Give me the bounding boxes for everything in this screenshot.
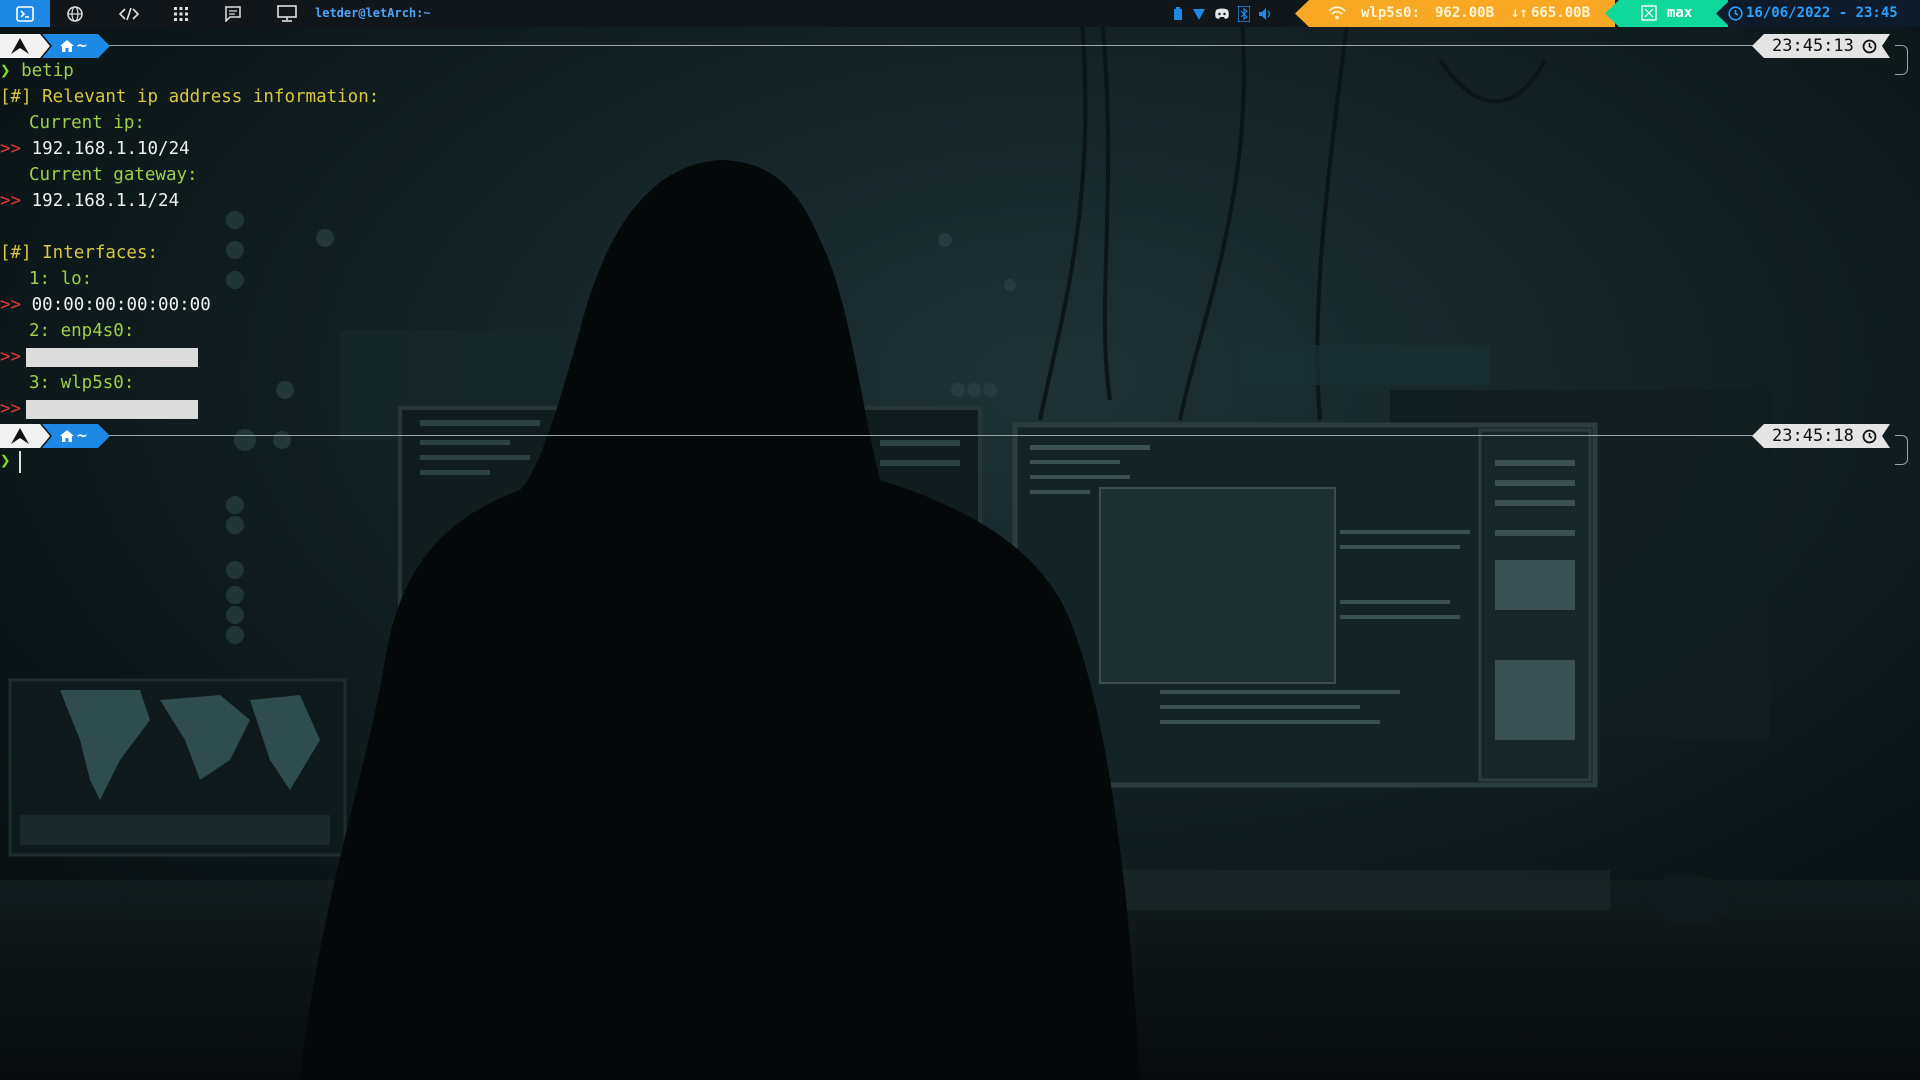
output-arrow: >> <box>0 399 22 419</box>
prompt-time-text: 23:45:13 <box>1772 36 1854 56</box>
prompt-chevron-icon: ❯ <box>0 61 11 81</box>
redacted-block <box>26 347 199 367</box>
prompt-bar: ~ 23:45:18 <box>0 423 1920 465</box>
clock-segment[interactable]: 16/06/2022 - 23:45 <box>1716 0 1920 27</box>
terminal-window[interactable]: ~ 23:45:13 ❯ betip [#] Relevant ip addre… <box>0 27 1920 1080</box>
code-icon <box>119 7 139 20</box>
workspace-apps[interactable] <box>166 0 196 27</box>
clock-icon <box>1862 39 1877 54</box>
prompt-time: 23:45:13 <box>1752 34 1890 58</box>
workspace-chat[interactable] <box>218 0 248 27</box>
layout-label: max <box>1667 5 1693 21</box>
terminal-icon <box>16 5 34 22</box>
home-icon <box>60 430 74 442</box>
network-interface: wlp5s0: <box>1361 5 1421 21</box>
current-ip-label: Current ip: <box>29 113 145 133</box>
clock-icon <box>1862 429 1877 444</box>
gateway-label: Current gateway: <box>29 165 198 185</box>
network-speed-segment[interactable]: wlp5s0: 962.00B ↓↑ 665.00B <box>1295 0 1615 27</box>
home-directory-segment: ~ <box>42 34 110 58</box>
volume-icon[interactable] <box>1258 7 1274 21</box>
interfaces-header: [#] Interfaces: <box>0 243 159 263</box>
network-up: 665.00B <box>1531 5 1591 21</box>
workspace-terminal[interactable] <box>0 0 50 27</box>
shield-icon[interactable] <box>1192 7 1206 21</box>
prompt-chevron-icon: ❯ <box>0 451 11 471</box>
output-arrow: >> <box>0 295 22 315</box>
gateway-value: 192.168.1.1/24 <box>31 191 180 211</box>
workspace-display[interactable] <box>272 0 302 27</box>
arch-logo-icon <box>11 38 29 54</box>
wifi-icon <box>1328 0 1346 27</box>
window-title: letder@letArch:~ <box>315 6 431 20</box>
top-status-bar: letder@letArch:~ wlp5s0: 962.00B ↓↑ 665.… <box>0 0 1920 27</box>
apps-grid-icon <box>174 6 188 21</box>
iface-wlp-label: 3: wlp5s0: <box>29 373 135 393</box>
prompt-separator <box>105 435 1774 436</box>
date-time: 16/06/2022 - 23:45 <box>1746 5 1898 21</box>
prompt-bar: ~ 23:45:13 <box>0 33 1920 75</box>
workspace-code[interactable] <box>114 0 144 27</box>
redacted-block <box>26 399 199 419</box>
updown-arrows-icon: ↓↑ <box>1511 5 1528 21</box>
command-line: ❯ betip <box>0 58 74 84</box>
chat-icon <box>225 5 241 22</box>
prompt-corner <box>1895 45 1908 75</box>
output-arrow: >> <box>0 191 22 211</box>
home-icon <box>60 40 74 52</box>
discord-icon[interactable] <box>1214 7 1230 21</box>
prompt-separator <box>105 45 1774 46</box>
home-label: ~ <box>76 428 88 444</box>
arch-segment <box>0 424 50 448</box>
enp-mac-row: >> <box>0 344 199 370</box>
monitor-icon <box>277 5 297 22</box>
system-tray <box>1172 0 1274 27</box>
prompt-time-text: 23:45:18 <box>1772 426 1854 446</box>
bluetooth-icon[interactable] <box>1238 5 1250 22</box>
current-ip-value: 192.168.1.10/24 <box>31 139 190 159</box>
clock-icon <box>1728 0 1743 27</box>
output-arrow: >> <box>0 139 22 159</box>
gateway-row: >> 192.168.1.1/24 <box>0 188 179 214</box>
globe-icon <box>67 5 83 22</box>
iface-enp-label: 2: enp4s0: <box>29 321 135 341</box>
maximize-icon <box>1641 0 1657 27</box>
output-arrow: >> <box>0 347 22 367</box>
command-text: betip <box>21 61 74 81</box>
arch-logo-icon <box>11 428 29 444</box>
home-directory-segment: ~ <box>42 424 110 448</box>
network-down: 962.00B <box>1435 5 1495 21</box>
arch-segment <box>0 34 50 58</box>
prompt-time: 23:45:18 <box>1752 424 1890 448</box>
iface-lo-label: 1: lo: <box>29 269 93 289</box>
battery-icon[interactable] <box>1172 6 1184 21</box>
current-ip-row: >> 192.168.1.10/24 <box>0 136 190 162</box>
home-label: ~ <box>76 38 88 54</box>
input-line[interactable]: ❯ <box>0 448 11 474</box>
text-cursor <box>19 451 21 473</box>
prompt-corner <box>1895 435 1908 465</box>
relevant-header: [#] Relevant ip address information: <box>0 87 380 107</box>
lo-mac-value: 00:00:00:00:00:00 <box>31 295 211 315</box>
layout-indicator[interactable]: max <box>1605 0 1728 27</box>
lo-mac-row: >> 00:00:00:00:00:00 <box>0 292 211 318</box>
workspace-browser[interactable] <box>60 0 90 27</box>
wlp-mac-row: >> <box>0 396 199 422</box>
